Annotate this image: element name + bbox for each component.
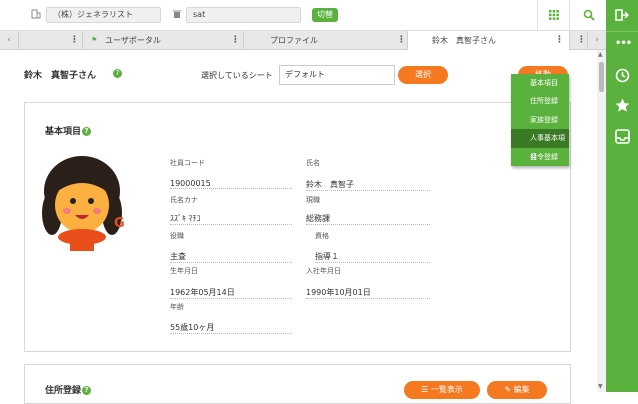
scrollbar[interactable]: [597, 50, 606, 392]
logout-icon[interactable]: [615, 9, 629, 21]
birth-value: 1962年05月14日: [170, 287, 292, 299]
building-icon: [31, 9, 41, 19]
basic-title: 基本項目?: [45, 124, 92, 137]
dropdown-item-address[interactable]: 住所登録: [511, 92, 569, 110]
scrollbar-thumb[interactable]: [599, 62, 604, 92]
avatar: G: [42, 156, 125, 251]
dropdown-item-assignment[interactable]: 発令登録: [511, 148, 569, 166]
section-title: 基本項目: [45, 127, 82, 137]
tab-person[interactable]: 鈴木 真智子さん ⋮: [408, 31, 570, 50]
user-search-field[interactable]: sat: [186, 7, 301, 23]
age-label: 年齢: [170, 303, 184, 311]
tab-profile[interactable]: プロファイル ⋮: [244, 31, 408, 50]
tab-blank[interactable]: ⋮: [19, 31, 83, 50]
tab-scroll-right[interactable]: ›: [588, 31, 606, 50]
scroll-down-icon[interactable]: ▼: [598, 383, 603, 390]
top-bar: （株）ジェネラリスト sat 切替: [0, 0, 606, 31]
employee-code-value: 19000015: [170, 179, 292, 189]
star-icon[interactable]: [615, 98, 630, 113]
tab-extra[interactable]: ⋮: [570, 31, 588, 50]
dept-value: 総務課: [306, 213, 430, 225]
help-icon[interactable]: ?: [82, 127, 92, 136]
list-view-button[interactable]: ☰ 一覧表示: [404, 381, 480, 399]
trash-icon: [173, 10, 181, 18]
join-value: 1990年10月01日: [306, 287, 430, 299]
section-dropdown: 基本項目 住所登録 家族登録 人事基本項目 発令登録: [511, 74, 569, 166]
search-button[interactable]: [569, 0, 606, 31]
apps-button[interactable]: [537, 0, 569, 31]
grade-value: 指導１: [315, 251, 430, 263]
role-value: 主査: [170, 251, 292, 263]
help-icon[interactable]: ?: [82, 386, 92, 395]
search-icon: [583, 9, 595, 21]
tab-label: ユーザポータル: [105, 36, 161, 45]
age-value: 55歳10ヶ月: [170, 322, 292, 334]
pencil-icon: ✎: [504, 385, 514, 394]
inbox-icon[interactable]: [615, 129, 630, 144]
tab-scroll-left[interactable]: ‹: [0, 31, 19, 50]
button-label: 一覧表示: [430, 385, 463, 394]
svg-text:G: G: [114, 216, 125, 231]
select-button[interactable]: 選択: [398, 66, 448, 84]
tab-menu-icon[interactable]: ⋮: [397, 31, 406, 50]
kana-label: 氏名カナ: [170, 196, 198, 204]
list-icon: ☰: [421, 385, 431, 394]
dropdown-item-hr-basic[interactable]: 人事基本項目: [511, 129, 569, 161]
history-icon[interactable]: [615, 68, 630, 83]
company-field[interactable]: （株）ジェネラリスト: [46, 7, 161, 23]
grid-icon: [549, 10, 559, 20]
employee-code-label: 社員コード: [170, 159, 205, 167]
name-label: 氏名: [306, 159, 320, 167]
name-value: 鈴木 真智子: [306, 179, 430, 191]
tab-menu-icon[interactable]: ⋮: [231, 31, 240, 50]
join-label: 入社年月日: [306, 267, 341, 275]
tab-menu-icon[interactable]: ⋮: [555, 31, 564, 50]
tab-label: プロファイル: [270, 36, 318, 45]
title-label: 現職: [306, 196, 320, 204]
section-title: 住所登録: [45, 386, 82, 396]
tab-user-portal[interactable]: ⚑ ユーザポータル ⋮: [83, 31, 244, 50]
address-title: 住所登録?: [45, 383, 92, 396]
help-icon[interactable]: ?: [113, 69, 122, 78]
more-icon[interactable]: •••: [615, 38, 632, 49]
button-label: 編集: [513, 385, 530, 394]
right-sidebar: •••: [606, 0, 638, 392]
sheet-label: 選択しているシート: [201, 71, 273, 80]
dropdown-item-basic[interactable]: 基本項目: [511, 74, 569, 92]
birth-label: 生年月日: [170, 267, 198, 275]
edit-button[interactable]: ✎ 編集: [487, 381, 547, 399]
role-label: 役職: [170, 232, 184, 240]
switch-button[interactable]: 切替: [312, 8, 338, 22]
sheet-select[interactable]: デフォルト: [279, 65, 395, 85]
person-name: 鈴木 真智子さん: [24, 71, 97, 81]
tab-bar: ‹ ⋮ ⚑ ユーザポータル ⋮ プロファイル ⋮ 鈴木 真智子さん ⋮ ⋮ ›: [0, 31, 606, 50]
scroll-up-icon[interactable]: ▲: [598, 51, 603, 58]
kana-value: ｽｽﾞｷ ﾏﾁｺ: [170, 213, 292, 225]
flag-icon: ⚑: [91, 36, 98, 44]
dropdown-item-family[interactable]: 家族登録: [511, 111, 569, 129]
tab-label: 鈴木 真智子さん: [432, 36, 496, 45]
grade-label: 資格: [315, 232, 329, 240]
